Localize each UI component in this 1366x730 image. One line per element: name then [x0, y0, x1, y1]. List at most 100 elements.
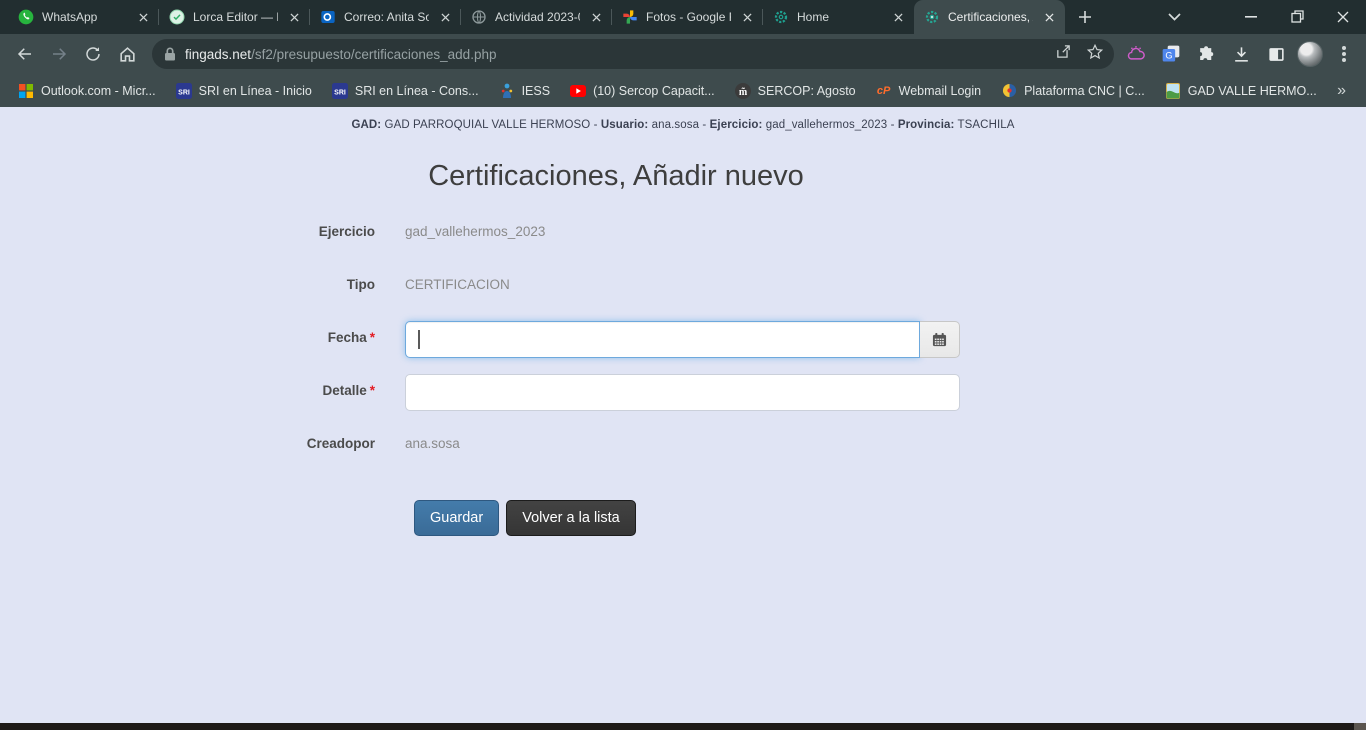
forward-button[interactable]	[42, 37, 76, 71]
fecha-input[interactable]	[405, 321, 920, 358]
fecha-row: Fecha*	[272, 321, 960, 358]
window-controls	[1228, 0, 1366, 33]
svg-text:SRI: SRI	[178, 89, 190, 96]
bookmark-label: (10) Sercop Capacit...	[593, 84, 715, 98]
tab-search-chevron-icon[interactable]	[1154, 0, 1194, 33]
profile-avatar[interactable]	[1297, 41, 1323, 67]
bookmark-star-icon[interactable]	[1086, 43, 1104, 66]
bookmark-sri-consultas[interactable]: SRI SRI en Línea - Cons...	[324, 79, 487, 103]
bookmark-label: Plataforma CNC | C...	[1024, 84, 1145, 98]
whatsapp-icon	[18, 9, 34, 25]
iess-icon	[499, 83, 515, 99]
bookmark-sri-inicio[interactable]: SRI SRI en Línea - Inicio	[168, 79, 320, 103]
tab-correo-outlook[interactable]: Correo: Anita Sos	[310, 0, 461, 34]
tab-lorca-editor[interactable]: Lorca Editor — El	[159, 0, 310, 34]
back-to-list-button[interactable]: Volver a la lista	[506, 500, 636, 536]
provincia-value: TSACHILA	[958, 119, 1015, 131]
provincia-label: Provincia:	[898, 119, 955, 131]
ejercicio-field-label: Ejercicio	[272, 215, 375, 252]
save-button[interactable]: Guardar	[414, 500, 499, 536]
download-icon[interactable]	[1227, 40, 1255, 68]
browser-window: WhatsApp Lorca Editor — El Correo: Anita…	[0, 0, 1366, 730]
tab-close-icon[interactable]	[135, 9, 151, 25]
bookmark-sercop-youtube[interactable]: (10) Sercop Capacit...	[562, 79, 723, 103]
new-tab-button[interactable]	[1071, 3, 1099, 31]
extensions-area: G	[1120, 40, 1360, 68]
tab-close-icon[interactable]	[437, 9, 453, 25]
tab-title: Fotos - Google F	[646, 10, 731, 24]
home-button[interactable]	[110, 37, 144, 71]
bookmark-label: SRI en Línea - Inicio	[199, 84, 312, 98]
tab-google-fotos[interactable]: Fotos - Google F	[612, 0, 763, 34]
tab-whatsapp[interactable]: WhatsApp	[8, 0, 159, 34]
required-asterisk: *	[370, 383, 375, 398]
tab-close-icon[interactable]	[1041, 9, 1057, 25]
minimize-button[interactable]	[1228, 0, 1274, 33]
bookmark-sercop-agosto[interactable]: m̃ SERCOP: Agosto	[727, 79, 864, 103]
restore-button[interactable]	[1274, 0, 1320, 33]
chrome-menu-icon[interactable]	[1330, 40, 1358, 68]
url-text[interactable]: fingads.net/sf2/presupuesto/certificacio…	[185, 47, 1047, 62]
close-window-button[interactable]	[1320, 0, 1366, 33]
bookmarks-bar: Outlook.com - Micr... SRI SRI en Línea -…	[0, 74, 1366, 107]
form-container: Certificaciones, Añadir nuevo Ejercicio …	[272, 160, 960, 536]
globe-icon	[471, 9, 487, 25]
side-panel-icon[interactable]	[1262, 40, 1290, 68]
calendar-button[interactable]	[920, 321, 960, 358]
back-button[interactable]	[8, 37, 42, 71]
tab-actividad[interactable]: Actividad 2023-0	[461, 0, 612, 34]
cloud-extension-icon[interactable]	[1122, 40, 1150, 68]
gear-icon	[924, 9, 940, 25]
sri-icon: SRI	[332, 83, 348, 99]
youtube-icon	[570, 83, 586, 99]
cnc-icon	[1001, 83, 1017, 99]
gad-label: GAD:	[351, 119, 381, 131]
tab-certificaciones-active[interactable]: Certificaciones, A	[914, 0, 1065, 34]
svg-text:m̃: m̃	[738, 86, 747, 97]
web-page: GAD: GAD PARROQUIAL VALLE HERMOSO - Usua…	[0, 107, 1366, 723]
bookmark-label: IESS	[522, 84, 551, 98]
fecha-field-label: Fecha*	[272, 321, 375, 358]
lock-icon[interactable]	[164, 47, 176, 61]
tab-close-icon[interactable]	[890, 9, 906, 25]
usuario-value: ana.sosa	[652, 119, 699, 131]
google-photos-icon	[622, 9, 638, 25]
svg-text:SRI: SRI	[334, 89, 346, 96]
cpanel-icon: cP	[876, 83, 892, 99]
bookmark-label: SERCOP: Agosto	[758, 84, 856, 98]
extensions-puzzle-icon[interactable]	[1192, 40, 1220, 68]
creadopor-field-value: ana.sosa	[405, 427, 960, 451]
creadopor-row: Creadopor ana.sosa	[272, 427, 960, 464]
microsoft-icon	[18, 83, 34, 99]
reload-button[interactable]	[76, 37, 110, 71]
detalle-input[interactable]	[405, 374, 960, 411]
bookmark-gad-valle-hermoso[interactable]: GAD VALLE HERMO...	[1157, 79, 1325, 103]
tab-title: Lorca Editor — El	[193, 10, 278, 24]
tab-close-icon[interactable]	[588, 9, 604, 25]
share-icon[interactable]	[1055, 43, 1072, 65]
tipo-row: Tipo CERTIFICACION	[272, 268, 960, 305]
tab-title: Home	[797, 10, 882, 24]
site-context-header: GAD: GAD PARROQUIAL VALLE HERMOSO - Usua…	[0, 107, 1366, 131]
bookmark-webmail[interactable]: cP Webmail Login	[868, 79, 989, 103]
translate-extension-icon[interactable]: G	[1157, 40, 1185, 68]
ejercicio-row: Ejercicio gad_vallehermos_2023	[272, 215, 960, 252]
tab-close-icon[interactable]	[739, 9, 755, 25]
calendar-icon	[932, 332, 947, 347]
bookmark-label: GAD VALLE HERMO...	[1188, 84, 1317, 98]
bookmark-iess[interactable]: IESS	[491, 79, 559, 103]
bookmark-outlook[interactable]: Outlook.com - Micr...	[10, 79, 164, 103]
url-path: /sf2/presupuesto/certificaciones_add.php	[251, 47, 496, 62]
detalle-row: Detalle*	[272, 374, 960, 411]
bookmark-plataforma-cnc[interactable]: Plataforma CNC | C...	[993, 79, 1153, 103]
detalle-field-label: Detalle*	[272, 374, 375, 411]
bookmark-label: Webmail Login	[899, 84, 981, 98]
svg-text:G: G	[1165, 51, 1172, 61]
bookmarks-overflow-chevron[interactable]: »	[1329, 82, 1354, 100]
tab-title: Correo: Anita Sos	[344, 10, 429, 24]
tab-close-icon[interactable]	[286, 9, 302, 25]
taskbar-edge	[0, 723, 1366, 730]
form-actions: Guardar Volver a la lista	[414, 500, 960, 536]
address-bar[interactable]: fingads.net/sf2/presupuesto/certificacio…	[152, 39, 1114, 69]
tab-home[interactable]: Home	[763, 0, 914, 34]
